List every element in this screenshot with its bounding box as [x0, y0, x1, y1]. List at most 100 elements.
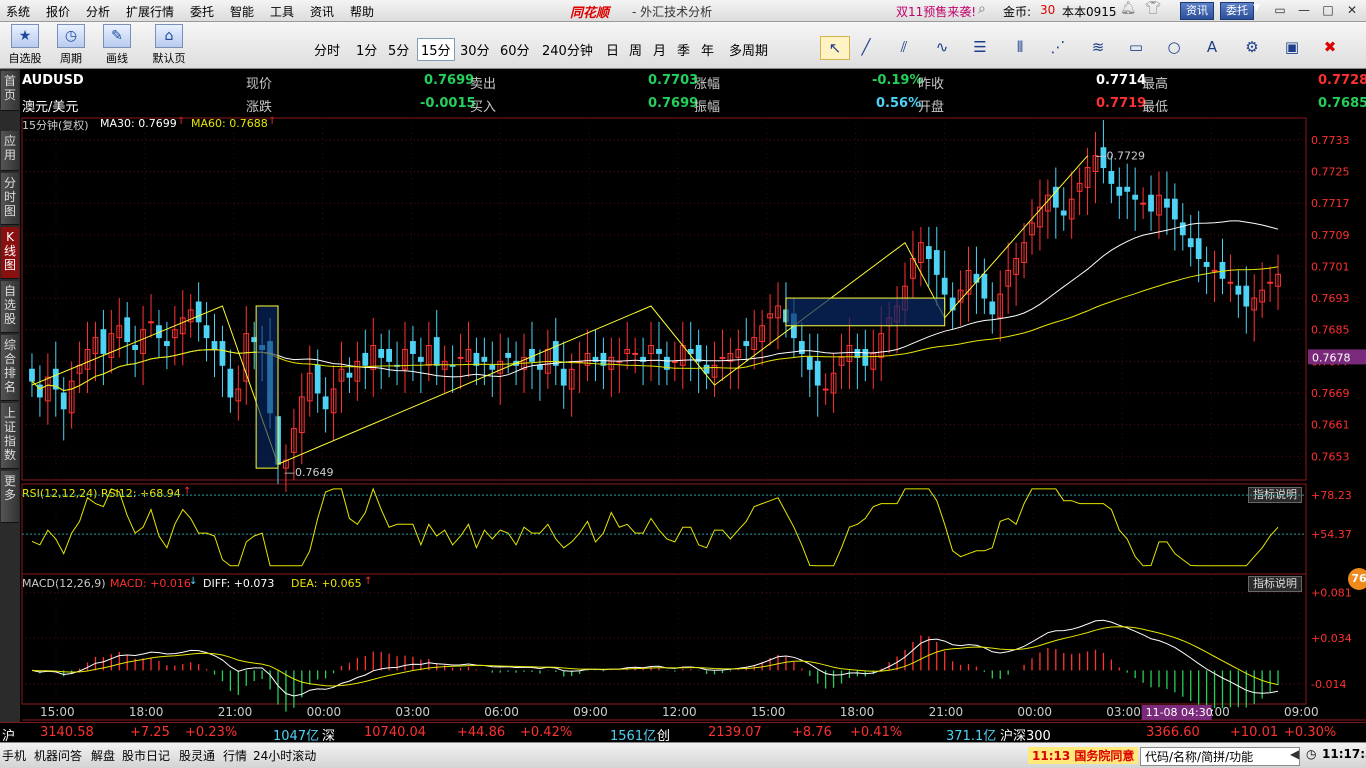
x-tick-label: 18:00: [840, 705, 875, 719]
candle-body: [925, 246, 932, 260]
candle-body: [703, 364, 710, 374]
candle-body: [195, 301, 202, 323]
clock-icon: ◷: [1306, 747, 1317, 761]
ticker-hs300-value: 3366.60: [1146, 725, 1200, 740]
x-tick-label: 06:00: [484, 705, 519, 719]
candle-body: [798, 341, 805, 354]
candle-body: [60, 392, 67, 410]
x-tick-label: 15:00: [751, 705, 786, 719]
macd-dea-line: [31, 626, 1279, 687]
candle-body: [1227, 281, 1234, 284]
x-tick-label: 09:00: [1284, 705, 1319, 719]
macd-tick-label: -0.014: [1311, 678, 1346, 691]
x-tick-label: 03:00: [1106, 705, 1141, 719]
prev-arrow-icon[interactable]: ◀: [1290, 747, 1299, 761]
y-tick-label: 0.7669: [1311, 387, 1350, 400]
candle-body: [1187, 238, 1194, 248]
candle-body: [1116, 186, 1123, 196]
candle-body: [537, 364, 543, 370]
status-item-market[interactable]: 行情: [223, 747, 247, 764]
ma60-line: [31, 266, 1279, 392]
candle-body: [1219, 261, 1226, 279]
status-item-24h[interactable]: 24小时滚动: [253, 747, 316, 764]
box-drawing-left: [255, 305, 279, 469]
notification-badge[interactable]: 76: [1348, 568, 1366, 590]
candle-body: [505, 352, 512, 358]
y-tick-label: 0.7717: [1311, 197, 1350, 210]
rsi-panel-frame: [21, 483, 1307, 575]
rsi-line: [31, 487, 1279, 567]
status-item-robot[interactable]: 机器问答: [34, 747, 82, 764]
candle-body: [203, 325, 210, 339]
y-tick-label: 0.7693: [1311, 292, 1350, 305]
y-tick-label: 0.7701: [1311, 260, 1350, 273]
candle-body: [449, 364, 456, 367]
y-tick-label: 0.7685: [1311, 324, 1350, 337]
status-item-stock-bull[interactable]: 股灵通: [179, 747, 215, 764]
candle-body: [433, 337, 440, 366]
candle-body: [1235, 285, 1242, 295]
trough-price-label: —0.7649: [284, 466, 334, 479]
candle-body: [124, 317, 131, 343]
news-headline[interactable]: 11:13 国务院同意: [1028, 747, 1139, 764]
x-tick-label: 21:00: [218, 705, 253, 719]
candle-body: [822, 388, 829, 391]
y-tick-label: 0.7725: [1311, 166, 1350, 179]
candle-body: [560, 368, 567, 386]
candle-body: [314, 364, 321, 394]
x-tick-label: 12:00: [662, 705, 697, 719]
ticker-sh-pct: +0.23%: [185, 725, 238, 740]
y-tick-label: 0.7733: [1311, 134, 1350, 147]
candle-body: [378, 348, 385, 358]
candle-body: [1124, 186, 1131, 192]
macd-tick-label: +0.034: [1311, 632, 1352, 645]
ticker-hs300-change: +10.01: [1230, 725, 1279, 740]
index-ticker: 沪 3140.58 +7.25 +0.23% 1047亿 深 10740.04 …: [0, 722, 1366, 744]
code-search-input[interactable]: 代码/名称/简拼/功能: [1140, 747, 1300, 766]
x-tick-label: 21:00: [929, 705, 964, 719]
candle-body: [29, 368, 35, 382]
candle-body: [981, 273, 988, 299]
status-bar: 手机 机器问答 解盘 股市日记 股灵通 行情 24小时滚动 11:13 国务院同…: [0, 742, 1366, 768]
x-tick-label: 15:00: [40, 705, 75, 719]
status-clock: 11:17:32: [1322, 747, 1366, 761]
candle-body: [132, 345, 139, 350]
candle-body: [164, 341, 170, 347]
status-item-mobile[interactable]: 手机: [2, 747, 26, 764]
candle-body: [1148, 194, 1154, 212]
candle-body: [814, 360, 821, 386]
candle-body: [457, 356, 464, 359]
candle-body: [417, 356, 424, 362]
ticker-cy-pct: +0.41%: [850, 725, 903, 740]
peak-price-label: —0.7729: [1096, 150, 1146, 163]
candle-body: [362, 352, 369, 366]
candle-body: [743, 341, 750, 347]
candle-body: [489, 364, 496, 370]
box-drawing-right: [785, 297, 946, 327]
candle-body: [481, 356, 488, 362]
ticker-cy-change: +8.76: [792, 725, 832, 740]
x-tick-label: 00:00: [1017, 705, 1052, 719]
x-tick-label: 03:00: [395, 705, 430, 719]
candle-body: [989, 301, 996, 315]
candle-body: [1267, 281, 1273, 284]
ticker-sz-pct: +0.42%: [520, 725, 573, 740]
candle-body: [473, 352, 480, 366]
candle-body: [656, 348, 662, 354]
ticker-cy-value: 2139.07: [708, 725, 762, 740]
status-item-unlock[interactable]: 解盘: [91, 747, 115, 764]
candle-body: [671, 360, 678, 363]
candle-body: [322, 396, 329, 410]
candle-body: [695, 345, 702, 362]
kline-chart[interactable]: 0.7733 0.7725 0.7717 0.7709 0.7701 0.7693 0.76…: [0, 0, 1366, 767]
status-item-diary[interactable]: 股市日记: [122, 747, 170, 764]
candle-body: [941, 277, 948, 295]
ticker-sh-change: +7.25: [130, 725, 170, 740]
macd-panel-frame: [21, 573, 1307, 705]
candle-body: [211, 341, 218, 350]
candle-body: [1108, 171, 1115, 184]
candle-body: [1211, 269, 1218, 272]
ticker-sz-change: +44.86: [457, 725, 506, 740]
cursor-time-label: 11-08 04:30: [1146, 706, 1213, 719]
candle-body: [148, 321, 154, 324]
